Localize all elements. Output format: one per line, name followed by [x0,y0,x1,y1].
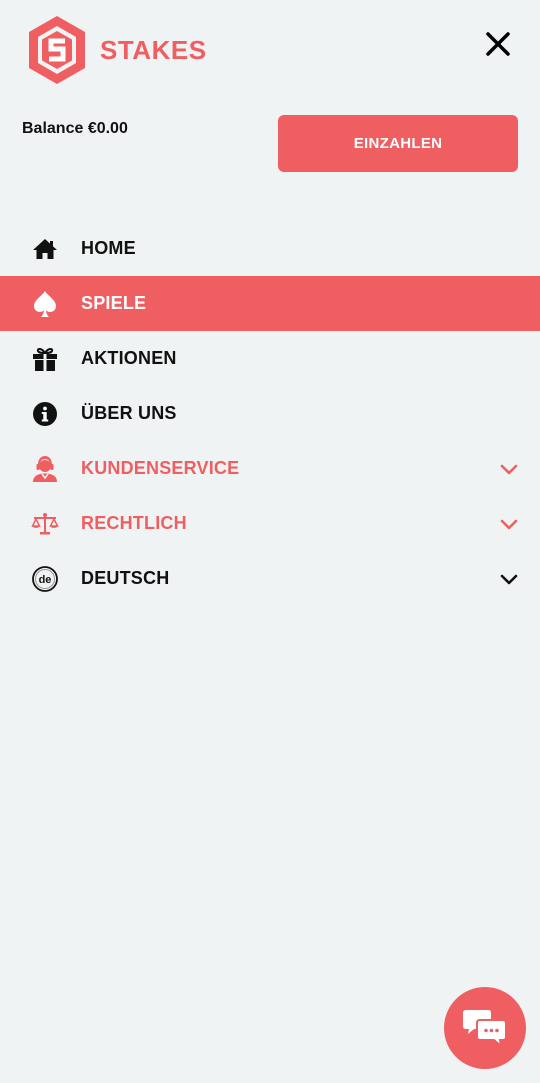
scales-icon [31,510,59,538]
menu-label-home: HOME [81,238,136,258]
balance-text: Balance €0.00 [22,120,128,137]
side-menu: HOME SPIELE AKTIONEN ÜBER UNS KUNDENSERV… [0,221,540,606]
menu-item-rechtlich[interactable]: RECHTLICH [0,496,540,551]
menu-item-aktionen[interactable]: AKTIONEN [0,331,540,386]
language-de-icon: de [31,565,59,593]
brand-logo[interactable]: STAKES [26,14,207,86]
chat-bubbles-icon [463,1010,507,1048]
language-badge-text: de [39,574,52,586]
menu-label-ueber-uns: ÜBER UNS [81,403,177,423]
info-icon [31,400,59,428]
menu-item-spiele[interactable]: SPIELE [0,276,540,331]
menu-item-deutsch[interactable]: de DEUTSCH [0,551,540,606]
menu-item-home[interactable]: HOME [0,221,540,276]
menu-item-kundenservice[interactable]: KUNDENSERVICE [0,441,540,496]
close-icon [486,32,510,56]
chevron-down-icon[interactable] [499,462,519,476]
live-chat-button[interactable] [444,987,526,1069]
menu-label-kundenservice: KUNDENSERVICE [81,458,240,478]
spade-icon [31,290,59,318]
menu-label-rechtlich: RECHTLICH [81,513,187,533]
stakes-logo-icon [29,16,85,84]
gift-icon [31,345,59,373]
close-button[interactable] [480,26,516,62]
chevron-down-icon[interactable] [499,517,519,531]
home-icon [31,235,59,263]
support-agent-icon [31,455,59,483]
menu-label-aktionen: AKTIONEN [81,348,177,368]
brand-name: STAKES [100,34,207,65]
deposit-button[interactable]: EINZAHLEN [278,115,518,172]
chevron-down-icon[interactable] [499,572,519,586]
menu-label-spiele: SPIELE [81,293,147,313]
menu-item-ueber-uns[interactable]: ÜBER UNS [0,386,540,441]
menu-label-deutsch: DEUTSCH [81,568,170,588]
